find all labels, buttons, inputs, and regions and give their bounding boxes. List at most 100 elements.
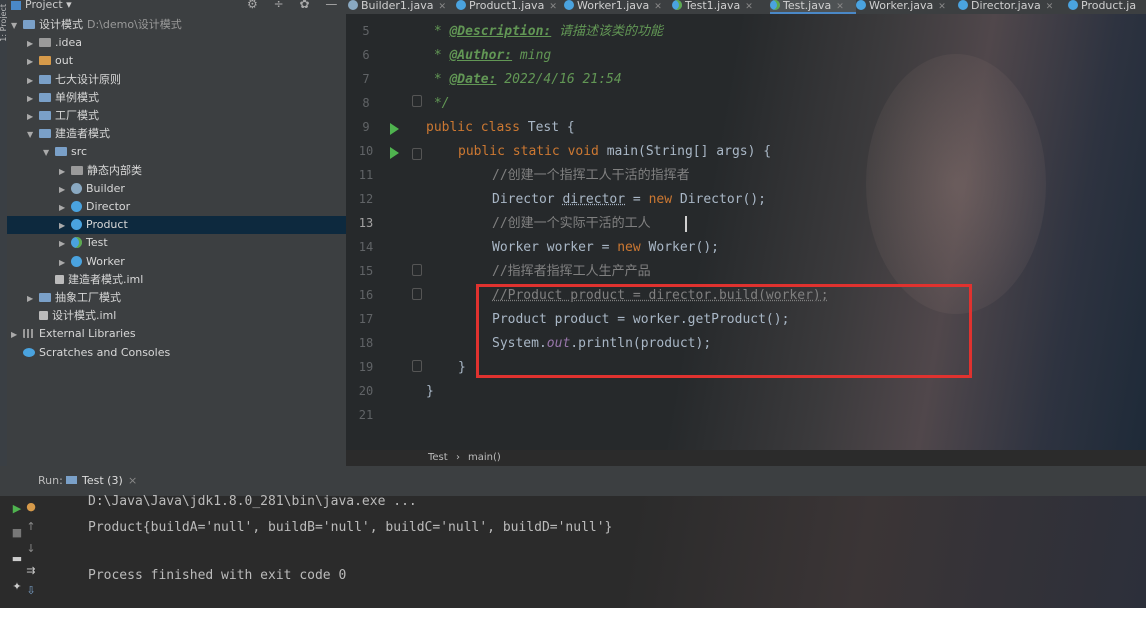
fold-marker-icon[interactable] bbox=[412, 360, 422, 372]
tree-item-16[interactable]: 设计模式.iml bbox=[27, 307, 116, 325]
tree-item-label: 单例模式 bbox=[55, 90, 99, 104]
stop-icon[interactable]: ■ bbox=[10, 526, 24, 539]
tree-item-5[interactable]: ▶ 工厂模式 bbox=[27, 107, 99, 125]
layout-icon[interactable]: ▬ bbox=[10, 552, 24, 565]
expand-arrow-icon[interactable]: ▶ bbox=[59, 199, 71, 217]
tree-item-label: 工厂模式 bbox=[55, 109, 99, 122]
tab-2[interactable]: Worker1.java ✕ bbox=[564, 0, 672, 14]
expand-arrow-icon[interactable]: ▶ bbox=[27, 53, 39, 71]
project-panel-tools[interactable]: ⚙ ÷ ✿ — bbox=[247, 0, 343, 10]
annotation-red-box bbox=[476, 284, 972, 378]
fold-marker-icon[interactable] bbox=[412, 95, 422, 107]
tree-item-18[interactable]: Scratches and Consoles bbox=[11, 344, 170, 362]
tab-close-icon[interactable]: ✕ bbox=[1046, 2, 1054, 12]
folder-icon bbox=[39, 111, 51, 120]
code-line-12: Director director = new Director(); bbox=[492, 192, 766, 207]
folder-icon bbox=[39, 74, 51, 84]
tree-item-label: out bbox=[55, 54, 74, 68]
tree-item-15[interactable]: ▶ 抽象工厂模式 bbox=[27, 289, 121, 307]
tab-close-icon[interactable]: ✕ bbox=[938, 2, 946, 12]
tab-5[interactable]: Worker.java ✕ bbox=[856, 0, 958, 14]
tree-item-9[interactable]: ▶ Builder bbox=[59, 180, 125, 198]
expand-arrow-icon[interactable]: ▶ bbox=[27, 90, 39, 108]
expand-arrow-icon[interactable]: ▶ bbox=[59, 163, 71, 181]
scroll-down-icon[interactable]: ↓ bbox=[24, 542, 38, 555]
tab-close-icon[interactable]: ✕ bbox=[438, 2, 446, 12]
run-class-icon[interactable] bbox=[390, 123, 399, 135]
run-panel-header: Run: Test (3) × bbox=[0, 466, 1146, 496]
rerun-icon[interactable]: ▶ bbox=[10, 502, 24, 515]
run-config-icon bbox=[66, 476, 77, 484]
expand-arrow-icon[interactable]: ▼ bbox=[43, 144, 55, 162]
fold-marker-icon[interactable] bbox=[412, 288, 422, 300]
java-class-icon bbox=[71, 219, 82, 231]
tree-item-13[interactable]: ▶ Worker bbox=[59, 253, 125, 271]
tab-1[interactable]: Product1.java ✕ bbox=[456, 0, 564, 14]
tab-0[interactable]: Builder1.java ✕ bbox=[348, 0, 456, 14]
run-tab-test[interactable]: Test (3) bbox=[82, 466, 123, 496]
tree-item-6[interactable]: ▼ 建造者模式 bbox=[27, 125, 110, 143]
expand-arrow-icon[interactable]: ▶ bbox=[59, 254, 71, 272]
tab-close-icon[interactable]: ✕ bbox=[654, 2, 662, 12]
pin-icon[interactable]: ✦ bbox=[10, 580, 24, 593]
expand-arrow-icon[interactable]: ▼ bbox=[27, 126, 39, 144]
tree-item-4[interactable]: ▶ 单例模式 bbox=[27, 89, 99, 107]
tab-3[interactable]: Test1.java ✕ bbox=[672, 0, 770, 14]
scroll-up-icon[interactable]: ↑ bbox=[24, 520, 38, 533]
tab-close-icon[interactable]: ✕ bbox=[836, 2, 844, 12]
tab-label: Worker.java bbox=[869, 0, 934, 12]
soft-wrap-icon[interactable]: ⇉ bbox=[24, 564, 38, 577]
code-editor[interactable]: 5 6 7 8 9 10 11 12 13 14 15 16 17 18 19 20 21 * @Descrip… bbox=[346, 14, 1146, 450]
tree-item-12[interactable]: ▶ Test bbox=[59, 234, 108, 252]
tab-close-icon[interactable]: ✕ bbox=[549, 2, 557, 12]
tree-item-8[interactable]: ▶ 静态内部类 bbox=[59, 162, 142, 180]
java-class-icon bbox=[856, 0, 866, 10]
tree-item-label: Worker bbox=[86, 254, 125, 268]
tab-7[interactable]: Product.ja bbox=[1068, 0, 1146, 14]
tree-item-7[interactable]: ▼ src bbox=[43, 143, 87, 161]
tree-item-11[interactable]: ▶ Product bbox=[59, 216, 128, 234]
tree-item-3[interactable]: ▶ 七大设计原则 bbox=[27, 71, 121, 89]
fold-marker-icon[interactable] bbox=[412, 148, 422, 160]
expand-arrow-icon[interactable]: ▶ bbox=[59, 217, 71, 235]
expand-arrow-icon[interactable]: ▶ bbox=[27, 290, 39, 308]
code-line-11: //创建一个指挥工人干活的指挥者 bbox=[492, 168, 690, 183]
console-line: D:\Java\Java\jdk1.8.0_281\bin\java.exe .… bbox=[88, 494, 417, 509]
line-number: 19 bbox=[358, 360, 374, 374]
expand-arrow-icon[interactable]: ▶ bbox=[27, 72, 39, 90]
code-line-6: * @Author: ming bbox=[426, 48, 552, 63]
tab-6[interactable]: Director.java ✕ bbox=[958, 0, 1068, 14]
fold-marker-icon[interactable] bbox=[412, 264, 422, 276]
tree-item-17[interactable]: ▶ External Libraries bbox=[11, 325, 136, 343]
tree-item-0[interactable]: ▼ 设计模式 D:\demo\设计模式 bbox=[11, 16, 182, 34]
breadcrumb-class[interactable]: Test bbox=[428, 450, 448, 466]
expand-arrow-icon[interactable]: ▶ bbox=[27, 108, 39, 126]
run-main-icon[interactable] bbox=[390, 147, 399, 159]
expand-arrow-icon[interactable]: ▶ bbox=[27, 35, 39, 53]
debug-bug-icon[interactable]: ● bbox=[24, 500, 38, 513]
expand-arrow-icon[interactable]: ▶ bbox=[11, 326, 23, 344]
folder-icon bbox=[39, 129, 51, 139]
breadcrumb-method[interactable]: main() bbox=[468, 450, 501, 466]
project-view-dropdown[interactable]: Project ▾ bbox=[25, 0, 72, 11]
tree-item-1[interactable]: ▶ .idea bbox=[27, 34, 82, 52]
tree-item-14[interactable]: 建造者模式.iml bbox=[43, 271, 143, 289]
run-tab-close-icon[interactable]: × bbox=[128, 466, 137, 496]
line-number: 14 bbox=[358, 240, 374, 254]
line-number: 8 bbox=[362, 96, 370, 110]
expand-arrow-icon[interactable]: ▶ bbox=[59, 235, 71, 253]
tree-item-label: Product bbox=[86, 218, 128, 232]
expand-arrow-icon[interactable]: ▼ bbox=[11, 17, 23, 35]
code-line-14: Worker worker = new Worker(); bbox=[492, 240, 719, 255]
gear-hide-icon[interactable]: ✿ — bbox=[299, 0, 343, 11]
folder-icon bbox=[39, 92, 51, 102]
tab-close-icon[interactable]: ✕ bbox=[745, 2, 753, 12]
tree-item-2[interactable]: ▶ out bbox=[27, 52, 73, 70]
line-number: 16 bbox=[358, 288, 374, 302]
locate-settings-icon[interactable]: ⚙ ÷ bbox=[247, 0, 290, 11]
expand-arrow-icon[interactable]: ▶ bbox=[59, 181, 71, 199]
line-number: 21 bbox=[358, 408, 374, 422]
scroll-end-icon[interactable]: ⇩ bbox=[24, 584, 38, 597]
tab-4[interactable]: Test.java ✕ bbox=[770, 0, 856, 14]
tree-item-10[interactable]: ▶ Director bbox=[59, 198, 130, 216]
